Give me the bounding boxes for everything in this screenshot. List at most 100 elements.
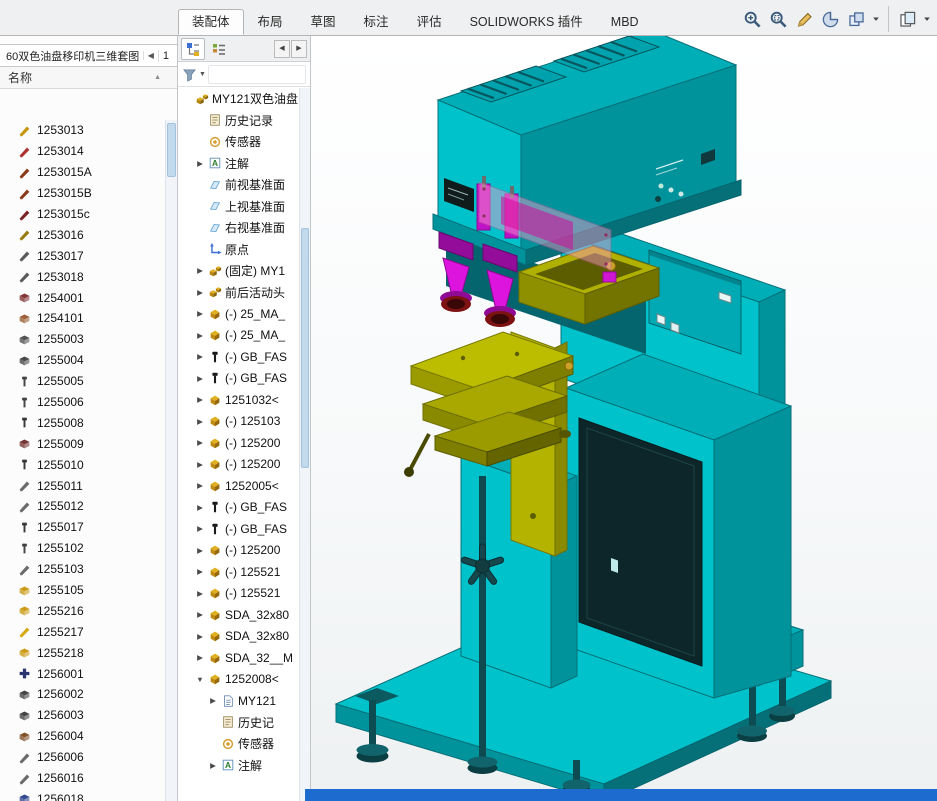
zoom-to-fit-icon[interactable] bbox=[739, 6, 765, 32]
expander-icon[interactable]: ▶ bbox=[195, 159, 205, 168]
parts-list-item[interactable]: 1254101 bbox=[0, 308, 166, 329]
feature-tree-item[interactable]: ▶ (-) 25_MA_ bbox=[178, 303, 300, 325]
parts-list-scrollbar[interactable] bbox=[165, 120, 177, 801]
feature-tree-item[interactable]: ▶ MY121 bbox=[178, 690, 300, 712]
expander-icon[interactable]: ▶ bbox=[195, 417, 205, 426]
expander-icon[interactable]: ▶ bbox=[195, 653, 205, 662]
feature-tree-item[interactable]: ▶ (-) 25_MA_ bbox=[178, 325, 300, 347]
parts-list-item[interactable]: 1255008 bbox=[0, 412, 166, 433]
feature-tree-item[interactable]: ▶ (-) 125521 bbox=[178, 583, 300, 605]
parts-list-item[interactable]: 1255010 bbox=[0, 454, 166, 475]
expander-icon[interactable]: ▶ bbox=[195, 589, 205, 598]
document-tab[interactable]: 60双色油盘移印机三维套图 ◀ 1 bbox=[0, 44, 177, 67]
command-tab-布局[interactable]: 布局 bbox=[244, 9, 297, 35]
parts-list-item[interactable]: 1255105 bbox=[0, 580, 166, 601]
feature-tree-item[interactable]: 历史记录 bbox=[178, 110, 300, 132]
machine-cabinet[interactable] bbox=[566, 354, 791, 698]
parts-list-item[interactable]: 1255218 bbox=[0, 642, 166, 663]
expander-icon[interactable]: ▶ bbox=[195, 567, 205, 576]
parts-list-item[interactable]: 1256004 bbox=[0, 726, 166, 747]
parts-list-item[interactable]: 1256003 bbox=[0, 705, 166, 726]
feature-tree-item[interactable]: 传感器 bbox=[178, 131, 300, 153]
feature-tree-item[interactable]: ▼ 1252008< bbox=[178, 669, 300, 691]
feature-tree-item[interactable]: ▶ (-) GB_FAS bbox=[178, 368, 300, 390]
machine-model[interactable] bbox=[311, 36, 937, 801]
command-tab-评估[interactable]: 评估 bbox=[403, 9, 456, 35]
feature-tree-item[interactable]: ▶ 1252005< bbox=[178, 475, 300, 497]
panel-nav-right[interactable]: ▶ bbox=[291, 40, 307, 58]
filter-dropdown-icon[interactable]: ▼ bbox=[199, 71, 206, 78]
parts-list-item[interactable]: 1253016 bbox=[0, 224, 166, 245]
panel-nav-left[interactable]: ◀ bbox=[274, 40, 290, 58]
parts-list-item[interactable]: 1255017 bbox=[0, 517, 166, 538]
graphics-area[interactable] bbox=[311, 36, 937, 801]
feature-tree-item[interactable]: 历史记 bbox=[178, 712, 300, 734]
section-view-icon[interactable] bbox=[817, 6, 843, 32]
name-column-header[interactable]: 名称 ▲ bbox=[0, 67, 177, 89]
parts-list-item[interactable]: 1255012 bbox=[0, 496, 166, 517]
filter-funnel-icon[interactable] bbox=[182, 67, 197, 82]
parts-list-item[interactable]: 1256016 bbox=[0, 768, 166, 789]
expander-icon[interactable]: ▶ bbox=[195, 481, 205, 490]
display-style-icon[interactable] bbox=[843, 6, 869, 32]
feature-tree-item[interactable]: 传感器 bbox=[178, 733, 300, 755]
parts-list-item[interactable]: 1255003 bbox=[0, 329, 166, 350]
feature-tree-item[interactable]: 上视基准面 bbox=[178, 196, 300, 218]
parts-list-item[interactable]: 1256001 bbox=[0, 663, 166, 684]
feature-tree-item[interactable]: ▶ (-) 125200 bbox=[178, 540, 300, 562]
expander-icon[interactable]: ▼ bbox=[195, 675, 205, 684]
expander-icon[interactable]: ▶ bbox=[195, 524, 205, 533]
feature-tree-item[interactable]: 右视基准面 bbox=[178, 217, 300, 239]
expander-icon[interactable]: ▶ bbox=[195, 352, 205, 361]
view-settings-dropdown[interactable] bbox=[920, 6, 933, 32]
feature-tree-item[interactable]: ▶ (固定) MY1 bbox=[178, 260, 300, 282]
feature-tree-tab[interactable] bbox=[181, 38, 205, 60]
command-tab-草图[interactable]: 草图 bbox=[297, 9, 350, 35]
feature-tree-item[interactable]: ▶ (-) 125200 bbox=[178, 432, 300, 454]
door-handle[interactable] bbox=[611, 558, 618, 573]
feature-tree-item[interactable]: 原点 bbox=[178, 239, 300, 261]
parts-list-item[interactable]: 1253018 bbox=[0, 266, 166, 287]
scrollbar-thumb[interactable] bbox=[301, 228, 309, 468]
feature-tree-item[interactable]: ▶ SDA_32x80 bbox=[178, 626, 300, 648]
expander-icon[interactable]: ▶ bbox=[195, 546, 205, 555]
expander-icon[interactable]: ▶ bbox=[195, 610, 205, 619]
edit-sketch-icon[interactable] bbox=[791, 6, 817, 32]
feature-tree-item[interactable]: ▶ (-) GB_FAS bbox=[178, 518, 300, 540]
parts-list-item[interactable]: 1254001 bbox=[0, 287, 166, 308]
parts-list-item[interactable]: 1253014 bbox=[0, 141, 166, 162]
parts-list-item[interactable]: 1255216 bbox=[0, 600, 166, 621]
feature-tree-item[interactable]: ▶ 1251032< bbox=[178, 389, 300, 411]
feature-tree-item[interactable]: ▶ 注解 bbox=[178, 153, 300, 175]
expander-icon[interactable]: ▶ bbox=[195, 438, 205, 447]
view-settings-icon[interactable] bbox=[888, 6, 920, 32]
command-tab-标注[interactable]: 标注 bbox=[350, 9, 403, 35]
feature-tree-item[interactable]: ▶ (-) GB_FAS bbox=[178, 497, 300, 519]
feature-tree-item[interactable]: 前视基准面 bbox=[178, 174, 300, 196]
feature-tree-item[interactable]: ▶ SDA_32x80 bbox=[178, 604, 300, 626]
parts-list-item[interactable]: 1255009 bbox=[0, 433, 166, 454]
feature-tree-item[interactable]: ▶ (-) 125103 bbox=[178, 411, 300, 433]
expander-icon[interactable]: ▶ bbox=[195, 395, 205, 404]
feature-tree-item[interactable]: ▶ 注解 bbox=[178, 755, 300, 777]
zoom-to-area-icon[interactable] bbox=[765, 6, 791, 32]
parts-list-item[interactable]: 1255004 bbox=[0, 350, 166, 371]
tree-filter-input[interactable] bbox=[208, 65, 306, 84]
parts-list-item[interactable]: 1255217 bbox=[0, 621, 166, 642]
parts-list-item[interactable]: 1255102 bbox=[0, 538, 166, 559]
command-tab-SOLIDWORKS 插件[interactable]: SOLIDWORKS 插件 bbox=[456, 9, 597, 35]
feature-tree-item[interactable]: ▶ (-) GB_FAS bbox=[178, 346, 300, 368]
tree-scrollbar[interactable] bbox=[299, 88, 310, 801]
collapse-panel-icon[interactable]: ◀ bbox=[143, 51, 158, 60]
feature-tree-item[interactable]: ▶ SDA_32__M bbox=[178, 647, 300, 669]
expander-icon[interactable]: ▶ bbox=[195, 331, 205, 340]
parts-list-item[interactable]: 1255103 bbox=[0, 559, 166, 580]
parts-list-item[interactable]: 1253017 bbox=[0, 245, 166, 266]
expander-icon[interactable]: ▶ bbox=[208, 761, 218, 770]
feature-tree-item[interactable]: ▶ (-) 125521 bbox=[178, 561, 300, 583]
parts-list-item[interactable]: 1256002 bbox=[0, 684, 166, 705]
expander-icon[interactable]: ▶ bbox=[195, 503, 205, 512]
parts-list-item[interactable]: 1256006 bbox=[0, 747, 166, 768]
expander-icon[interactable]: ▶ bbox=[195, 266, 205, 275]
expander-icon[interactable]: ▶ bbox=[195, 309, 205, 318]
